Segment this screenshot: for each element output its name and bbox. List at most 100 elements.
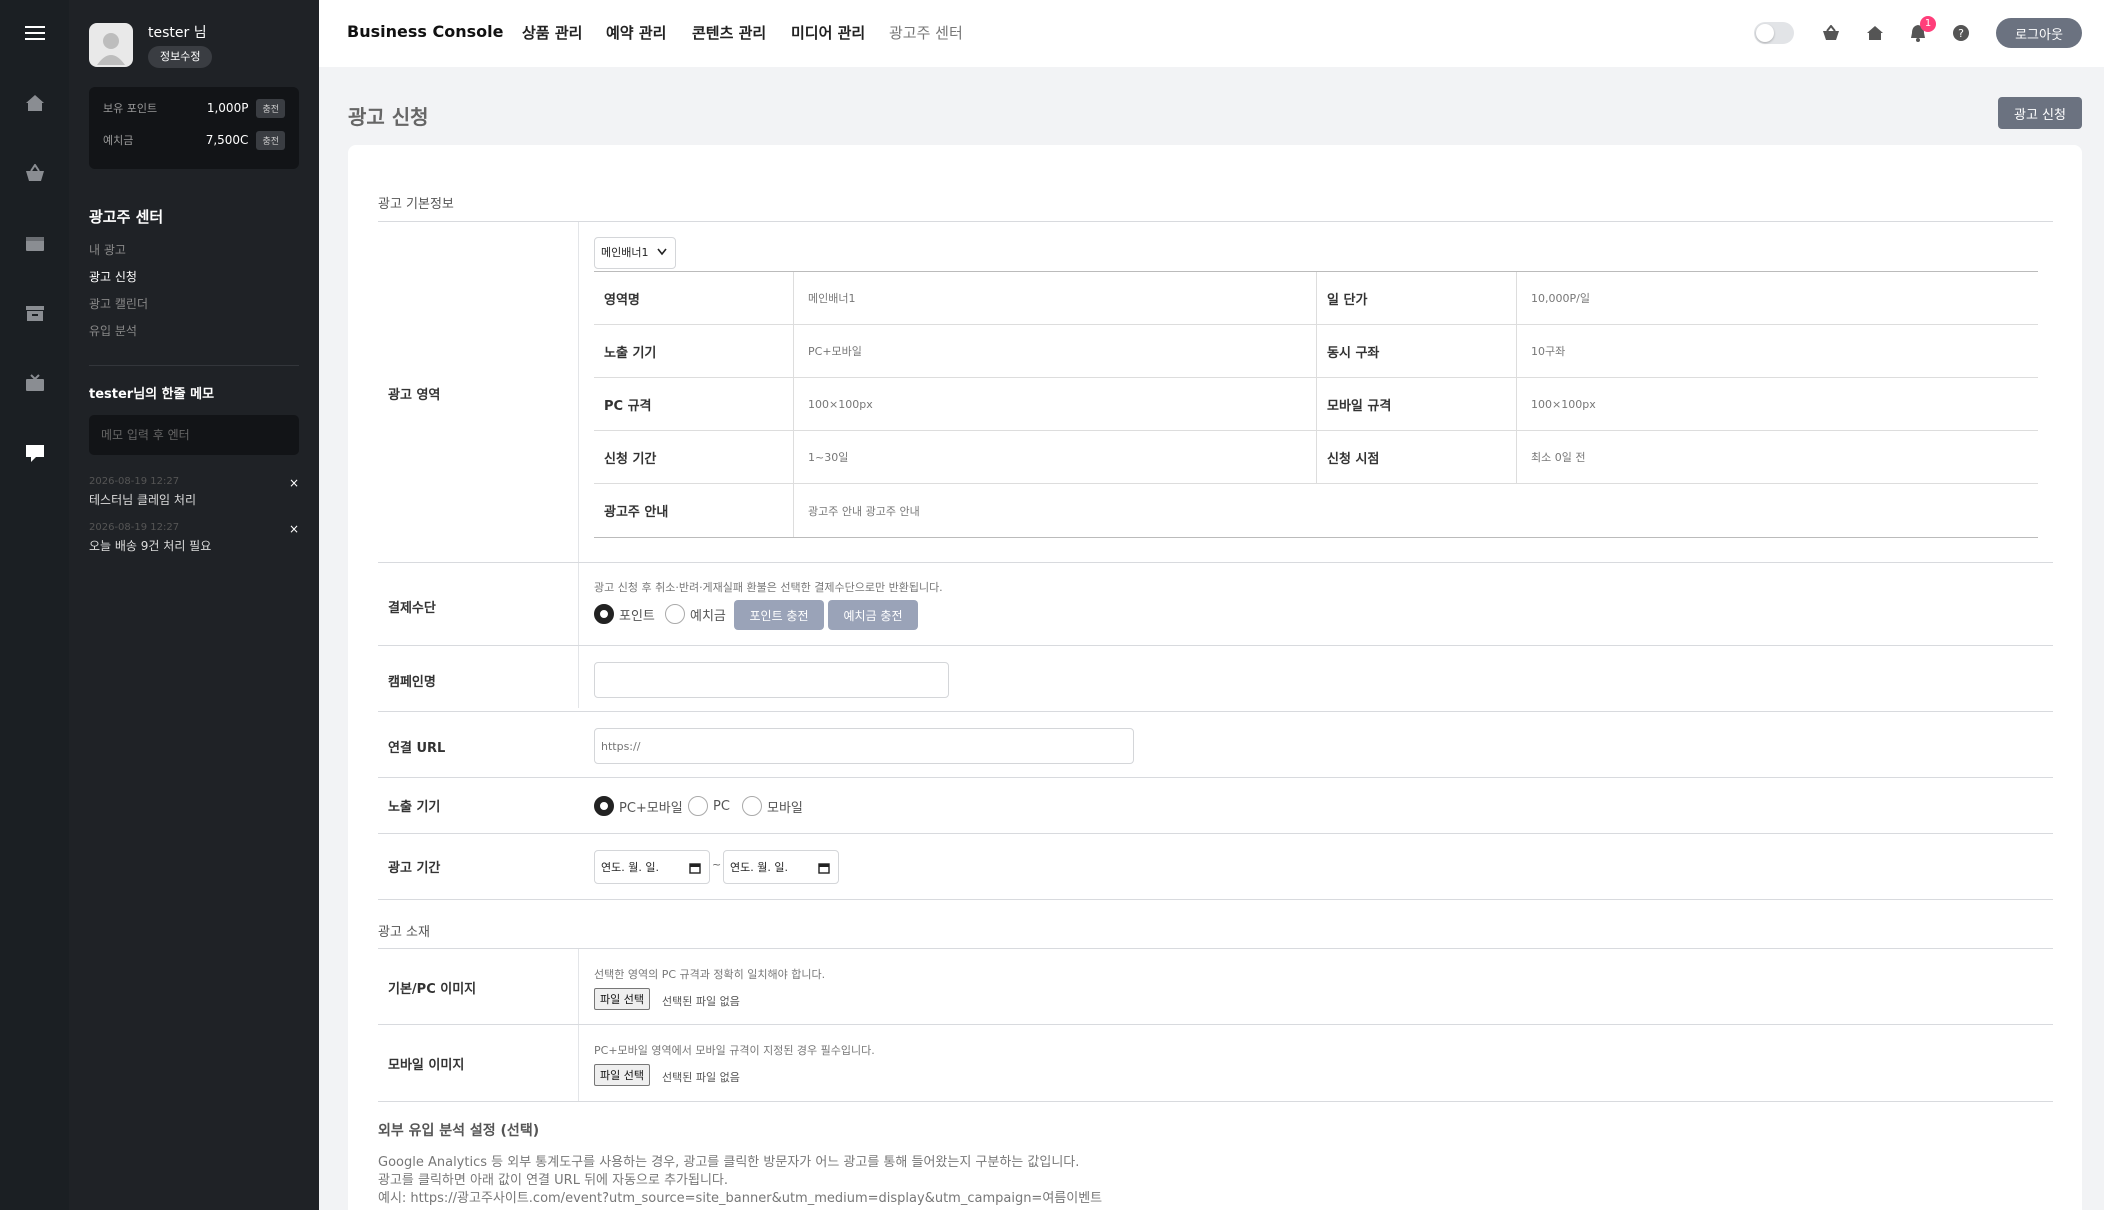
divider (378, 833, 2053, 834)
memo-delete-icon[interactable]: × (289, 522, 299, 536)
table-row: 광고주 안내 광고주 안내 광고주 안내 (594, 484, 2038, 537)
basket-icon[interactable] (1820, 22, 1842, 44)
archive-icon[interactable] (20, 298, 50, 328)
sidebar-item-my-ads[interactable]: 내 광고 (89, 241, 126, 258)
svg-text:?: ? (1958, 27, 1964, 40)
deposit-label: 예치금 (103, 134, 134, 147)
mobile-image-file-button[interactable]: 파일 선택 (594, 1064, 650, 1086)
brand-title[interactable]: Business Console (347, 22, 503, 41)
point-charge-button[interactable]: 포인트 충전 (734, 600, 824, 630)
info-value: 광고주 안내 광고주 안내 (808, 504, 920, 518)
external-analytics-desc: 광고를 클릭하면 아래 값이 연결 URL 뒤에 자동으로 추가됩니다. (378, 1173, 729, 1188)
menu-icon[interactable] (20, 18, 50, 48)
deposit-charge-button[interactable]: 예치금 충전 (828, 600, 918, 630)
calendar-icon (818, 863, 830, 874)
sidebar: tester 님 정보수정 보유 포인트 1,000P 충전 예치금 7,500… (69, 0, 319, 1210)
divider (378, 948, 2053, 949)
media-icon[interactable] (20, 368, 50, 398)
table-row: 노출 기기 PC+모바일 동시 구좌 10구좌 (594, 325, 2038, 378)
ad-center-icon[interactable] (20, 438, 50, 468)
ad-area-info-table: 영역명 메인배너1 일 단가 10,000P/일 노출 기기 PC+모바일 동시… (594, 271, 2038, 538)
info-key: 신청 시점 (1317, 431, 1517, 483)
edit-profile-button[interactable]: 정보수정 (148, 46, 213, 68)
chevron-down-icon (657, 248, 667, 256)
ad-area-select-value: 메인배너1 (601, 246, 649, 259)
url-input[interactable] (594, 728, 1134, 764)
sidebar-item-ad-apply[interactable]: 광고 신청 (89, 268, 137, 285)
balance-box: 보유 포인트 1,000P 충전 예치금 7,500C 충전 (89, 87, 299, 169)
info-value: 1~30일 (794, 431, 1317, 483)
info-key: PC 규격 (594, 378, 794, 430)
apply-ad-button[interactable]: 광고 신청 (1998, 97, 2082, 129)
home-icon[interactable] (1864, 22, 1886, 44)
memo-item: 2026-08-19 12:27 오늘 배송 9건 처리 필요 × (89, 522, 299, 554)
nav-product[interactable]: 상품 관리 (522, 22, 582, 43)
sidebar-item-inflow-analysis[interactable]: 유입 분석 (89, 322, 137, 339)
notification-badge: 1 (1920, 16, 1936, 32)
divider (378, 1101, 2053, 1102)
info-key: 광고주 안내 (594, 484, 794, 537)
table-row: 신청 기간 1~30일 신청 시점 최소 0일 전 (594, 431, 2038, 484)
top-bar: Business Console 상품 관리 예약 관리 콘텐츠 관리 미디어 … (319, 0, 2104, 67)
nav-reservation[interactable]: 예약 관리 (606, 22, 666, 43)
external-analytics-title: 외부 유입 분석 설정 (선택) (378, 1123, 540, 1139)
section-creative-title: 광고 소재 (378, 925, 430, 940)
deposit-charge-button[interactable]: 충전 (256, 130, 285, 150)
radio-label: PC (713, 798, 730, 814)
basket-icon[interactable] (20, 158, 50, 188)
ad-area-select[interactable]: 메인배너1 (594, 237, 676, 269)
device-radio-pc-mobile[interactable]: PC+모바일 (594, 796, 683, 816)
divider (378, 221, 2053, 222)
info-key: 일 단가 (1317, 272, 1517, 324)
external-analytics-example: 예시: https://광고주사이트.com/event?utm_source=… (378, 1191, 1103, 1206)
nav-media[interactable]: 미디어 관리 (791, 22, 865, 43)
calendar-icon[interactable] (20, 228, 50, 258)
memo-delete-icon[interactable]: × (289, 476, 299, 490)
mobile-image-file-status: 선택된 파일 없음 (662, 1071, 740, 1084)
mobile-image-help: PC+모바일 영역에서 모바일 규격이 지정된 경우 필수입니다. (594, 1044, 875, 1057)
info-value: 10구좌 (1531, 345, 1566, 358)
calendar-icon (689, 863, 701, 874)
points-value: 1,000P (206, 101, 249, 115)
pc-image-file-button[interactable]: 파일 선택 (594, 988, 650, 1010)
memo-item: 2026-08-19 12:27 테스터님 클레임 처리 × (89, 476, 299, 508)
divider (378, 562, 2053, 563)
label-column-divider (578, 949, 579, 1101)
end-date-input[interactable]: 연도. 월. 일. (723, 850, 839, 884)
nav-content[interactable]: 콘텐츠 관리 (692, 22, 766, 43)
radio-indicator (594, 604, 614, 624)
memo-date: 2026-08-19 12:27 (89, 522, 180, 533)
help-icon[interactable]: ? (1950, 22, 1972, 44)
info-key: 노출 기기 (594, 325, 794, 377)
url-label: 연결 URL (388, 741, 446, 756)
user-name: tester 님 (148, 25, 207, 41)
payment-radio-point[interactable]: 포인트 (594, 604, 655, 624)
device-radio-mobile[interactable]: 모바일 (742, 796, 803, 816)
pc-image-file-status: 선택된 파일 없음 (662, 995, 740, 1008)
memo-text: 오늘 배송 9건 처리 필요 (89, 539, 212, 553)
divider (378, 899, 2053, 900)
home-icon[interactable] (20, 88, 50, 118)
avatar (89, 23, 133, 67)
start-date-text: 연도. 월. 일. (601, 861, 659, 874)
page-title: 광고 신청 (348, 105, 429, 129)
logout-button[interactable]: 로그아웃 (1996, 18, 2082, 48)
device-radio-pc[interactable]: PC (688, 796, 730, 816)
points-charge-button[interactable]: 충전 (256, 98, 285, 118)
info-value: 최소 0일 전 (1531, 451, 1586, 464)
memo-input[interactable] (89, 415, 299, 455)
sidebar-item-ad-calendar[interactable]: 광고 캘린더 (89, 295, 148, 312)
theme-toggle[interactable] (1754, 22, 1794, 44)
info-key: 영역명 (594, 272, 794, 324)
form-card: 광고 기본정보 광고 영역 메인배너1 영역명 메인배너1 일 단가 10,00… (348, 145, 2082, 1210)
start-date-input[interactable]: 연도. 월. 일. (594, 850, 710, 884)
ad-area-label: 광고 영역 (388, 388, 441, 403)
deposit-row: 예치금 7,500C 충전 (103, 129, 285, 151)
info-key: 신청 기간 (594, 431, 794, 483)
info-value: 10,000P/일 (1531, 292, 1590, 305)
radio-label: 포인트 (619, 608, 655, 624)
nav-ad-center[interactable]: 광고주 센터 (889, 22, 963, 43)
payment-radio-deposit[interactable]: 예치금 (665, 604, 726, 624)
info-value: 메인배너1 (794, 272, 1317, 324)
campaign-name-input[interactable] (594, 662, 949, 698)
